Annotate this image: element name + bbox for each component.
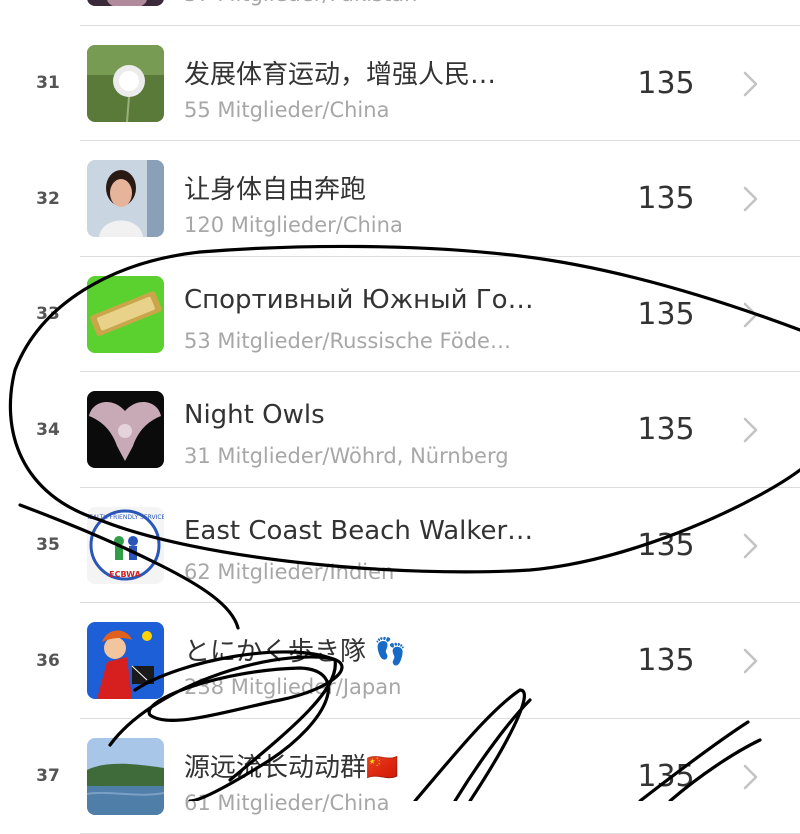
- list-item[interactable]: 32 让身体自由奔跑 120 Mitglieder/China 135: [0, 141, 800, 257]
- score-value: 135: [637, 181, 695, 216]
- chevron-right-icon[interactable]: [740, 763, 762, 791]
- score-value: 135: [637, 758, 695, 794]
- member-count-location: 120 Mitglieder/China: [184, 213, 403, 237]
- group-name: Спортивный Южный Го…: [184, 284, 534, 315]
- lake-landscape-thumbnail: [87, 737, 164, 815]
- list-item[interactable]: 33 Спортивный Южный Го… 53 Mitglieder/Russ…: [0, 257, 800, 372]
- runner-portrait-thumbnail: [87, 160, 164, 237]
- rank-number: [20, 0, 76, 25]
- list-item[interactable]: 35 HEALTH FRIENDLY SERVICE ECBWA East Coast…: [0, 488, 800, 603]
- ecbwa-logo-bottom-text: ECBWA: [109, 570, 141, 579]
- rank-number: 36: [36, 650, 60, 671]
- group-name: Night Owls: [184, 400, 325, 430]
- partial-portrait-thumbnail: [87, 0, 164, 6]
- member-count-location: 62 Mitglieder/Indien: [184, 559, 395, 584]
- chevron-right-icon[interactable]: [740, 416, 762, 444]
- chevron-right-icon[interactable]: [740, 647, 762, 675]
- member-count-location: 55 Mitglieder/China: [184, 97, 390, 122]
- member-count-location: 61 Mitglieder/China: [184, 790, 390, 815]
- chevron-right-icon[interactable]: [740, 185, 762, 213]
- rank-number: 34: [36, 419, 60, 440]
- rank-number: 35: [36, 535, 60, 555]
- member-count-location: 53 Mitglieder/Russische Föde…: [184, 328, 511, 353]
- rank-number: 32: [36, 188, 60, 209]
- group-name: East Coast Beach Walker…: [184, 515, 534, 546]
- rank-number: 37: [36, 766, 60, 786]
- ecbwa-logo-top-text: HEALTH FRIENDLY SERVICE: [87, 514, 164, 521]
- owl-thumbnail: [87, 391, 164, 468]
- score-value: 135: [637, 65, 695, 101]
- member-count-location: 31 Mitglieder/Wöhrd, Nürnberg: [184, 444, 509, 468]
- group-name: 让身体自由奔跑: [184, 175, 367, 205]
- rank-number: 31: [36, 73, 60, 93]
- member-count-location: 238 Mitglieder/Japan: [184, 675, 402, 699]
- ecbwa-logo-thumbnail: HEALTH FRIENDLY SERVICE ECBWA: [87, 506, 164, 584]
- list-item[interactable]: 34 Night Owls 31 Mitglieder/Wöhrd, Nürnber…: [0, 372, 800, 488]
- list-item[interactable]: 36 とにかく歩き隊 👣 238 Mitglieder/Japan 135: [0, 603, 800, 719]
- group-name: 发展体育运动，增强人民…: [184, 59, 497, 90]
- group-name: 源远流长动动群🇨🇳: [184, 752, 399, 783]
- chevron-right-icon[interactable]: [740, 301, 762, 329]
- score-value: 135: [637, 296, 695, 332]
- group-ranking-list: 37 Mitglieder/Pakistan 31 发展体育运动，增强人民… 55 M…: [0, 0, 800, 834]
- cartoon-runner-thumbnail: [87, 622, 164, 699]
- member-count-location: 37 Mitglieder/Pakistan: [184, 0, 554, 6]
- gold-bar-on-green-thumbnail: [87, 275, 164, 353]
- score-value: 135: [637, 643, 695, 678]
- chevron-right-icon[interactable]: [740, 70, 762, 98]
- score-value: 135: [637, 527, 695, 563]
- dandelion-thumbnail: [87, 44, 164, 122]
- list-item[interactable]: 31 发展体育运动，增强人民… 55 Mitglieder/China 135: [0, 26, 800, 141]
- list-item[interactable]: 37 源远流长动动群🇨🇳 61 Mitglieder/China 135: [0, 719, 800, 834]
- chevron-right-icon[interactable]: [740, 532, 762, 560]
- score-value: 135: [637, 412, 695, 447]
- rank-number: 33: [36, 304, 60, 324]
- list-item[interactable]: 37 Mitglieder/Pakistan: [0, 0, 800, 26]
- group-name: とにかく歩き隊 👣: [184, 637, 407, 667]
